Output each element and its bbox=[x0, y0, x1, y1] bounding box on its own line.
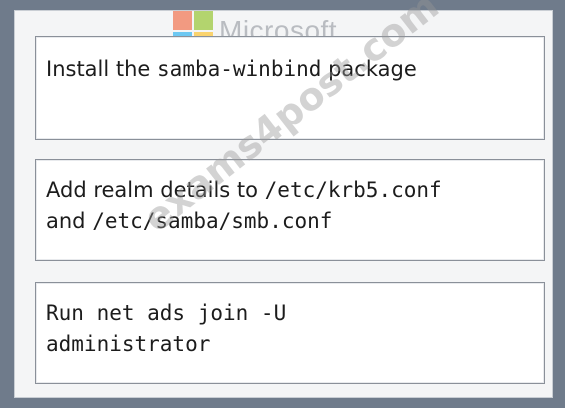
step-box-join[interactable]: Run net ads join -U administrator bbox=[35, 282, 545, 384]
step-code: samba-winbind bbox=[157, 57, 322, 81]
step-text-line: Install the samba-winbind package bbox=[46, 54, 534, 85]
step-text-line: and /etc/samba/smb.conf bbox=[46, 206, 534, 237]
step-code: /etc/krb5.conf bbox=[264, 178, 442, 202]
logo-square-green bbox=[194, 11, 213, 30]
step-code: administrator bbox=[46, 332, 211, 356]
answer-panel: Microsoft Install the samba-winbind pack… bbox=[14, 0, 553, 398]
step-text: package bbox=[321, 57, 417, 81]
step-text: and bbox=[46, 209, 93, 233]
step-box-install[interactable]: Install the samba-winbind package bbox=[35, 36, 545, 140]
step-code: Run net ads join -U bbox=[46, 301, 287, 325]
step-text: Install the bbox=[46, 57, 158, 81]
step-text-line: Add realm details to /etc/krb5.conf bbox=[46, 175, 534, 206]
logo-square-red bbox=[173, 11, 192, 30]
step-box-add-realm[interactable]: Add realm details to /etc/krb5.conf and … bbox=[35, 159, 545, 261]
step-code: /etc/samba/smb.conf bbox=[92, 209, 333, 233]
step-text: Add realm details to bbox=[46, 178, 265, 202]
